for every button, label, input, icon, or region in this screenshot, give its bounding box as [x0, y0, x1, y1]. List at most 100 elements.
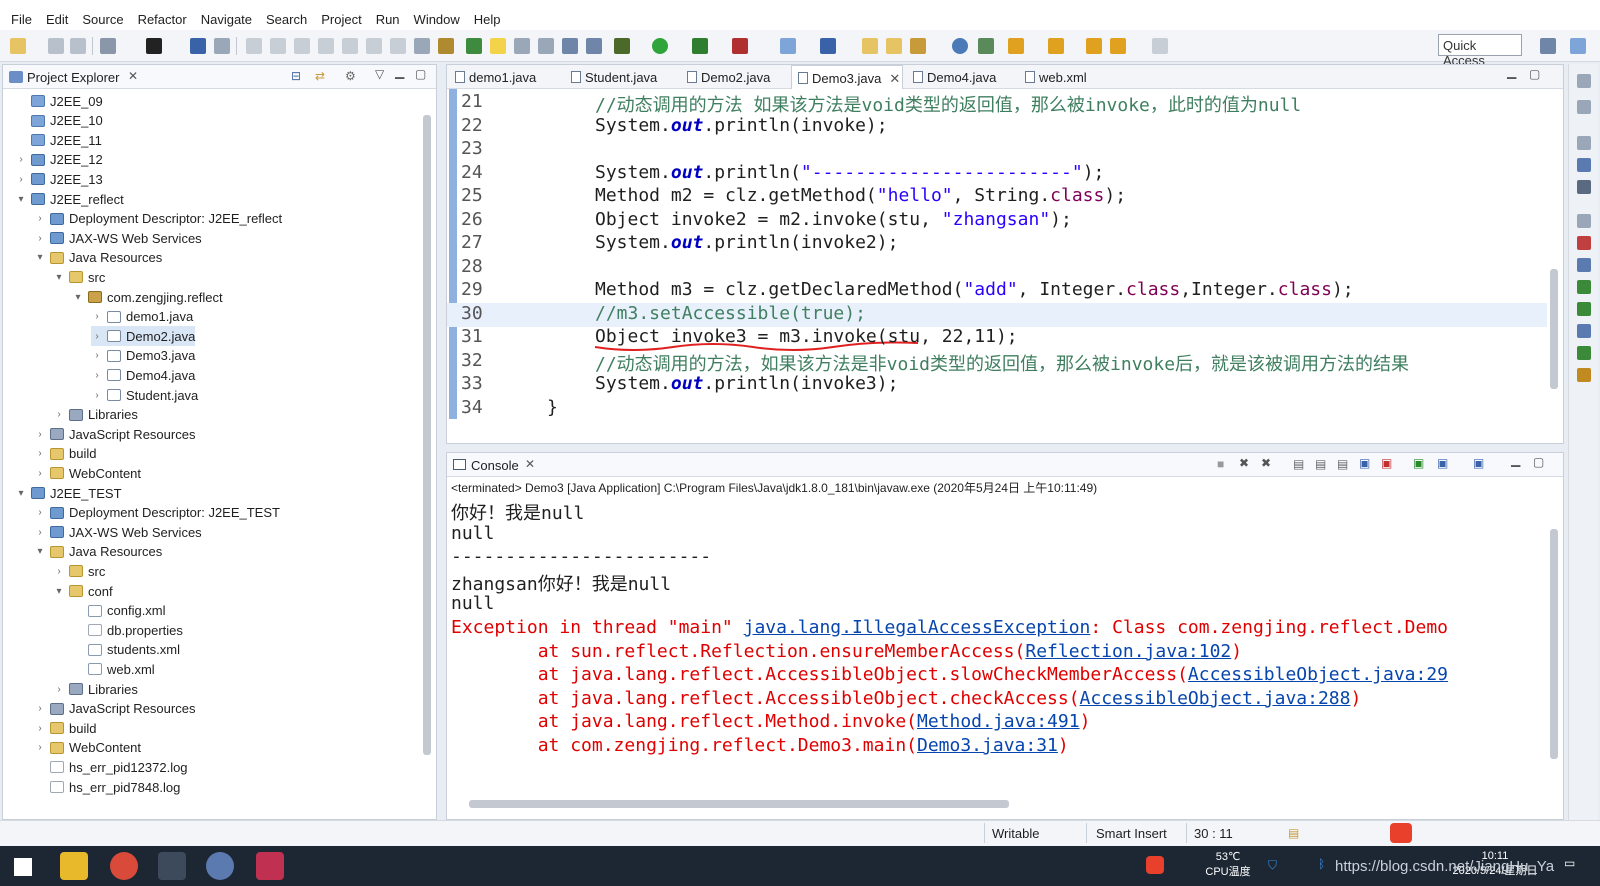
server-icon[interactable] — [146, 38, 162, 54]
tree-item[interactable]: J2EE_10 — [15, 111, 103, 131]
tree-item[interactable]: › WebContent — [34, 738, 141, 758]
step-return-icon[interactable] — [390, 38, 406, 54]
search-results-icon[interactable] — [1577, 346, 1591, 360]
video-app-icon[interactable] — [256, 852, 284, 880]
mark-occurrences-icon[interactable] — [490, 38, 506, 54]
terminate-icon[interactable]: ■ — [1217, 457, 1224, 471]
show-whitespace-icon[interactable] — [586, 38, 602, 54]
disconnect-icon[interactable] — [318, 38, 334, 54]
tree-item[interactable]: › Deployment Descriptor: J2EE_reflect — [34, 209, 282, 229]
menu-window[interactable]: Window — [407, 10, 467, 29]
new-server-icon[interactable] — [780, 38, 796, 54]
chevron-right-icon[interactable]: › — [34, 507, 46, 518]
scrollbar-thumb[interactable] — [423, 115, 431, 755]
tree-item[interactable]: ▾ Java Resources — [34, 542, 162, 562]
display-console-icon[interactable]: ▣ — [1437, 456, 1448, 470]
chevron-right-icon[interactable]: › — [53, 684, 65, 695]
menu-file[interactable]: File — [4, 10, 39, 29]
console-tab[interactable]: Console ✕ ■ ✖ ✖ ▤ ▤ ▤ ▣ ▣ ▣ ▣ ▣ ▁ ▢ — [447, 453, 1563, 477]
maximize-icon[interactable]: ▢ — [1529, 67, 1540, 81]
chevron-right-icon[interactable]: › — [34, 468, 46, 479]
tree-item[interactable]: › J2EE_12 — [15, 150, 102, 170]
search-icon[interactable] — [910, 38, 926, 54]
tree-item[interactable]: › WebContent — [34, 463, 141, 483]
scroll-lock-icon[interactable]: ▤ — [1315, 457, 1326, 471]
menu-source[interactable]: Source — [75, 10, 130, 29]
scrollbar-thumb[interactable] — [1550, 269, 1558, 389]
show-on-stdout-icon[interactable]: ▣ — [1359, 456, 1370, 470]
data-source-icon[interactable] — [1577, 302, 1591, 316]
close-icon[interactable]: ✕ — [889, 71, 900, 86]
tree-item[interactable]: › J2EE_13 — [15, 169, 102, 189]
run-icon[interactable] — [652, 38, 668, 54]
status-insert-mode[interactable]: Smart Insert — [1096, 826, 1167, 841]
open-type-icon[interactable] — [466, 38, 482, 54]
markers-icon[interactable] — [1577, 236, 1591, 250]
drop-frame-icon[interactable] — [414, 38, 430, 54]
code-area[interactable]: 21 //动态调用的方法 如果该方法是void类型的返回值，那么被invoke，此… — [447, 89, 1547, 419]
close-icon[interactable]: ✕ — [525, 457, 535, 471]
stacktrace-link[interactable]: Method.java:491 — [917, 711, 1080, 732]
file-explorer-icon[interactable] — [60, 852, 88, 880]
remove-all-launches-icon[interactable]: ✖ — [1261, 456, 1271, 470]
previous-annotation-icon[interactable] — [1048, 38, 1064, 54]
editor-tab[interactable]: Demo3.java ✕ — [791, 65, 903, 89]
close-icon[interactable]: ✕ — [128, 69, 138, 83]
open-project-icon[interactable] — [886, 38, 902, 54]
servers-icon[interactable] — [1577, 280, 1591, 294]
task-list-icon[interactable] — [1577, 180, 1591, 194]
chevron-right-icon[interactable]: › — [15, 174, 27, 185]
tree-item[interactable]: ▾ J2EE_reflect — [15, 189, 123, 209]
tree-item[interactable]: ▾ src — [53, 267, 105, 287]
chrome-icon[interactable] — [110, 852, 138, 880]
editor-tab[interactable]: Demo2.java — [681, 65, 787, 89]
tree-item[interactable]: hs_err_pid12372.log — [34, 757, 188, 777]
properties-icon[interactable] — [1577, 258, 1591, 272]
tree-item[interactable]: › JAX-WS Web Services — [34, 228, 201, 248]
terminate-icon[interactable] — [294, 38, 310, 54]
chevron-right-icon[interactable]: › — [34, 233, 46, 244]
chevron-right-icon[interactable]: › — [34, 742, 46, 753]
stacktrace-link[interactable]: AccessibleObject.java:288 — [1080, 688, 1351, 709]
step-into-icon[interactable] — [342, 38, 358, 54]
restore-icon[interactable] — [1577, 136, 1591, 150]
hierarchy-icon[interactable] — [1577, 158, 1591, 172]
last-edit-icon[interactable] — [1086, 38, 1102, 54]
editor-tab[interactable]: Demo4.java — [907, 65, 1013, 89]
pin-console-icon[interactable]: ▣ — [1413, 456, 1424, 470]
chevron-right-icon[interactable]: › — [91, 311, 103, 322]
chevron-right-icon[interactable]: › — [34, 527, 46, 538]
shield-icon[interactable]: ⛉ — [1268, 858, 1277, 873]
wrench-icon[interactable] — [100, 38, 116, 54]
console-vertical-scrollbar[interactable] — [1547, 499, 1561, 789]
toggle-icon[interactable] — [514, 38, 530, 54]
tree-item[interactable]: › JavaScript Resources — [34, 699, 195, 719]
word-wrap-icon[interactable] — [562, 38, 578, 54]
junit-icon[interactable] — [1577, 368, 1591, 382]
restore-icon[interactable] — [1577, 214, 1591, 228]
chevron-down-icon[interactable]: ▾ — [53, 586, 65, 597]
menu-project[interactable]: Project — [314, 10, 368, 29]
debug-icon[interactable] — [614, 38, 630, 54]
project-explorer-tab[interactable]: Project Explorer ✕ ⊟ ⇄ ⚙ ▽ ▁ ▢ — [3, 65, 436, 89]
clear-console-icon[interactable]: ▤ — [1293, 457, 1304, 471]
tree-item[interactable]: ▾ Java Resources — [34, 248, 162, 268]
filter-icon[interactable]: ⚙ — [345, 69, 356, 83]
java-ee-perspective-icon[interactable] — [1570, 38, 1586, 54]
chevron-right-icon[interactable]: › — [34, 703, 46, 714]
outline-icon[interactable] — [1577, 100, 1591, 114]
suspend-icon[interactable] — [270, 38, 286, 54]
collapse-all-icon[interactable]: ⊟ — [291, 69, 301, 83]
tree-item[interactable]: › demo1.java — [91, 307, 193, 327]
sogou-tray-icon[interactable] — [1146, 856, 1164, 874]
tree-item[interactable]: › JAX-WS Web Services — [34, 522, 201, 542]
tree-item[interactable]: › build — [34, 718, 96, 738]
eclipse-alt-icon[interactable] — [206, 852, 234, 880]
open-folder-icon[interactable] — [862, 38, 878, 54]
menu-navigate[interactable]: Navigate — [194, 10, 259, 29]
tree-item[interactable]: › Student.java — [91, 385, 198, 405]
maximize-icon[interactable]: ▢ — [1533, 455, 1544, 469]
chevron-right-icon[interactable]: › — [34, 213, 46, 224]
run-external-tools-icon[interactable] — [732, 38, 748, 54]
quick-access-field[interactable]: Quick Access — [1438, 34, 1522, 68]
